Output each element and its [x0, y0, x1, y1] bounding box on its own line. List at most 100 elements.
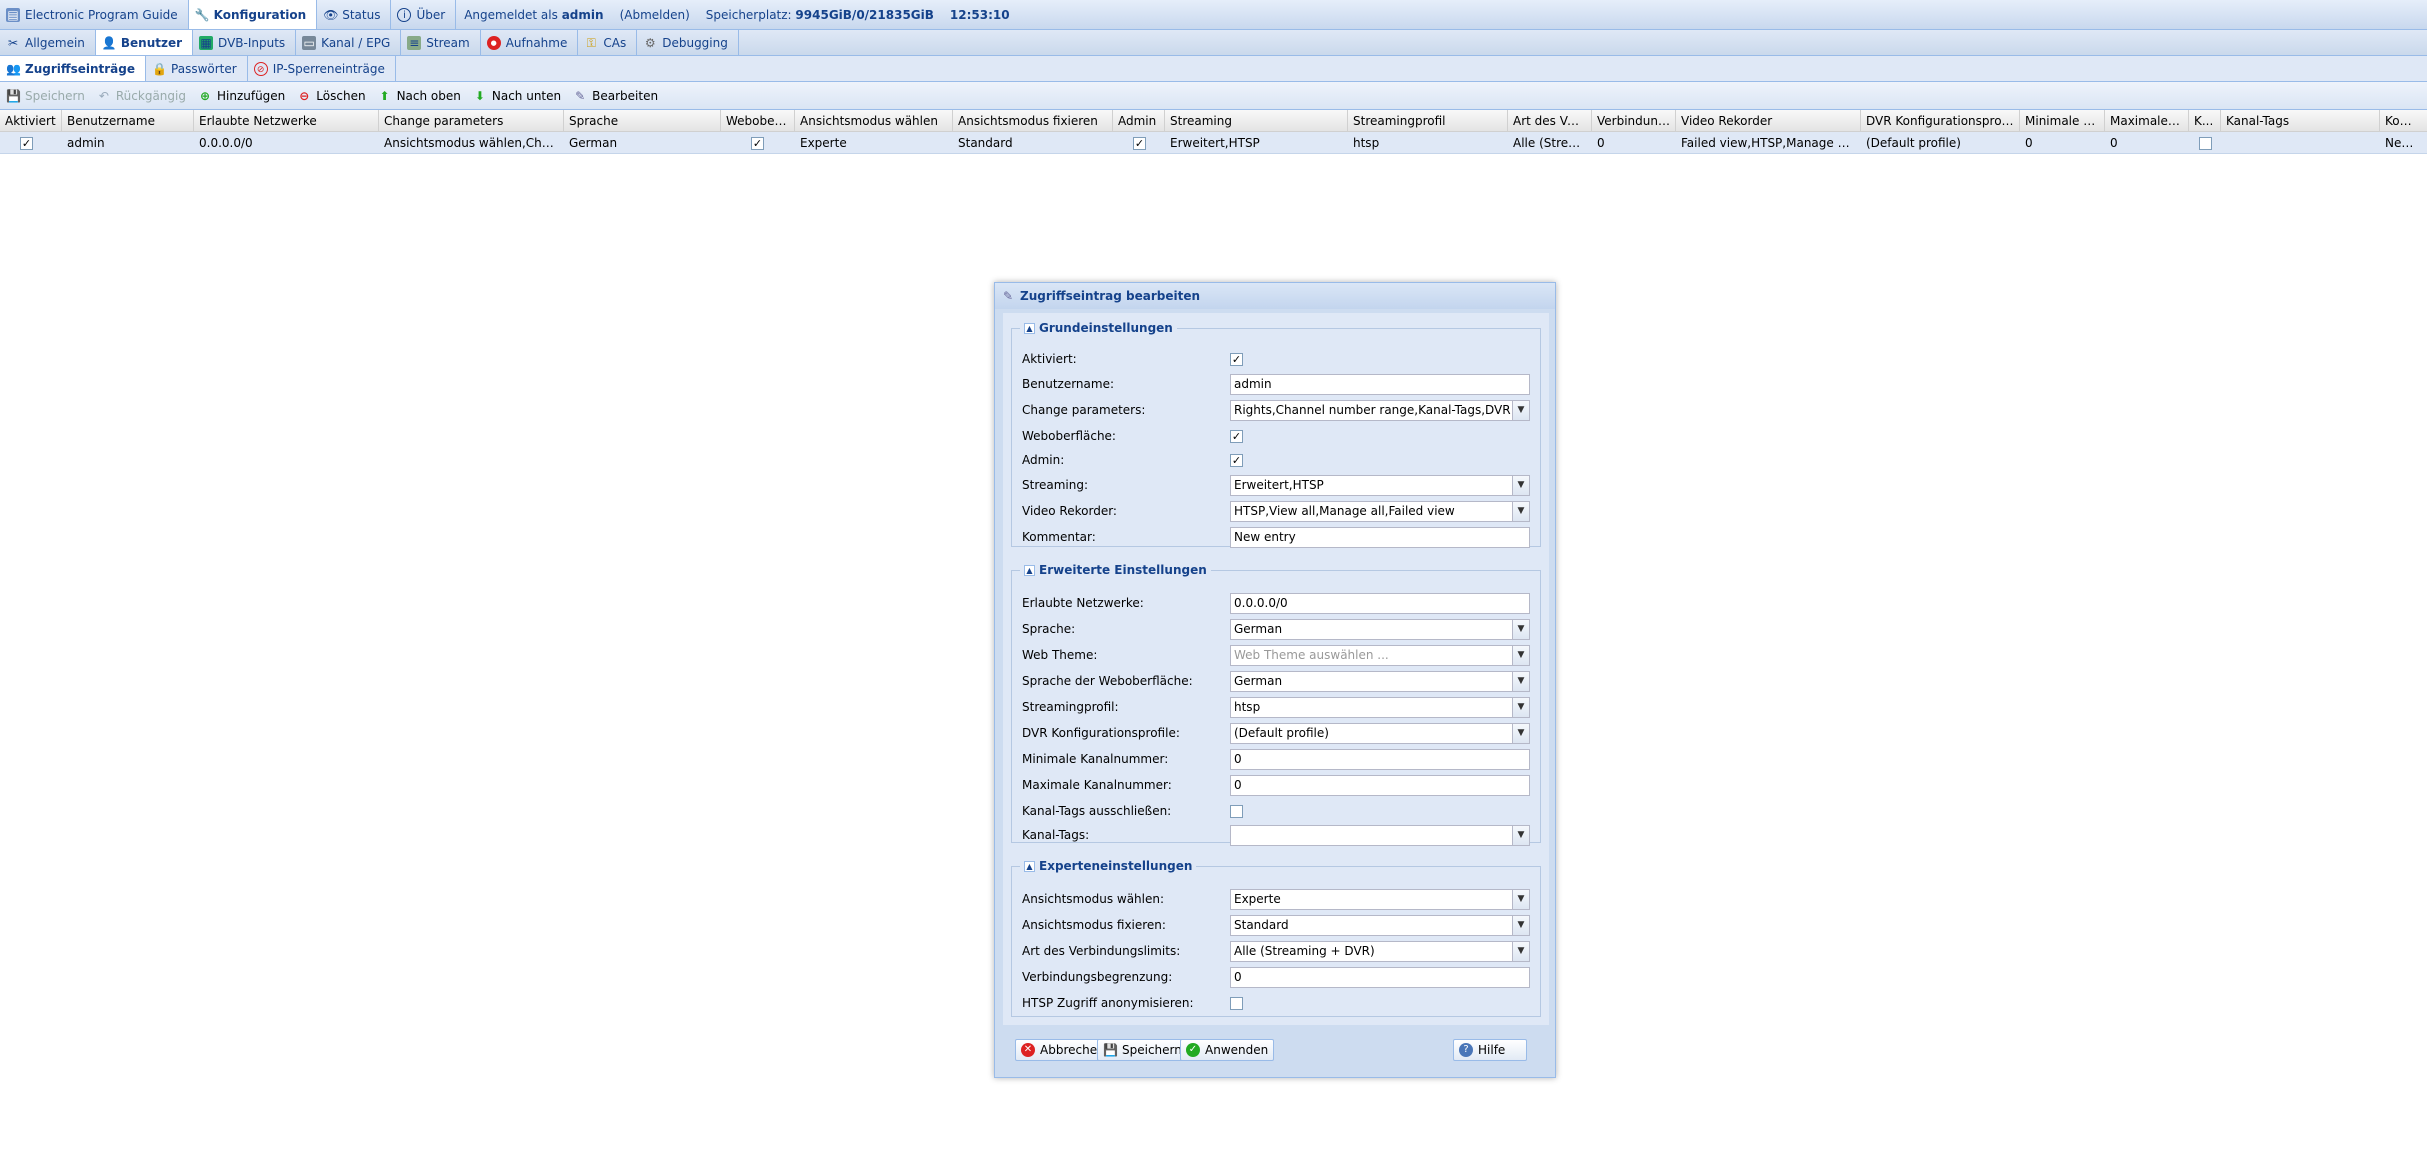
chevron-down-icon[interactable]: ▼ [1512, 825, 1529, 845]
edit-access-dialog: ✎ Zugriffseintrag bearbeiten ▲ Grundeinste… [994, 282, 1556, 1078]
webui-checkbox[interactable]: ✓ [1230, 429, 1243, 443]
chevron-down-icon[interactable]: ▼ [1512, 400, 1529, 420]
channel-tags-select[interactable]: ▼ [1230, 824, 1530, 846]
edit-toolbar-button[interactable]: ✎ Bearbeiten [567, 89, 664, 103]
tab-zugriffseintraege[interactable]: 👥 Zugriffseinträge [0, 56, 147, 81]
tab-ip-sperren[interactable]: ⊘ IP-Sperreneinträge [248, 56, 396, 81]
col-header[interactable]: Aktiviert [0, 110, 62, 132]
add-toolbar-button[interactable]: ⊕ Hinzufügen [192, 89, 291, 103]
col-header[interactable]: Streaming [1165, 110, 1348, 132]
dvr-profile-select[interactable]: (Default profile) ▼ [1230, 722, 1530, 744]
col-header[interactable]: Art des Verbi... [1508, 110, 1592, 132]
epg-icon: ▤ [6, 7, 20, 22]
chevron-down-icon[interactable]: ▼ [1512, 889, 1529, 909]
col-header[interactable]: Sprache [564, 110, 721, 132]
ui-language-select[interactable]: German ▼ [1230, 670, 1530, 692]
enabled-checkbox[interactable]: ✓ [1230, 352, 1243, 366]
tab-dvb-inputs[interactable]: ▦ DVB-Inputs [193, 30, 297, 55]
collapse-icon[interactable]: ▲ [1024, 564, 1035, 576]
streaming-select[interactable]: Erweitert,HTSP ▼ [1230, 474, 1530, 496]
col-header[interactable]: Streamingprofil [1348, 110, 1508, 132]
tab-epg[interactable]: ▤ Electronic Program Guide [0, 0, 189, 29]
save-button[interactable]: 💾 Speichern [1097, 1039, 1188, 1061]
tab-stream[interactable]: ≡ Stream [401, 30, 481, 55]
col-header[interactable]: Change parameters [379, 110, 564, 132]
col-header[interactable]: DVR Konfigurationsprofile [1861, 110, 2020, 132]
connection-limit-field[interactable]: 0 [1230, 966, 1530, 988]
theme-select[interactable]: Web Theme auswählen ... ▼ [1230, 644, 1530, 666]
limit-type-select[interactable]: Alle (Streaming + DVR) ▼ [1230, 940, 1530, 962]
col-header[interactable]: Kommentar [2380, 110, 2425, 132]
advanced-settings-legend[interactable]: ▲ Erweiterte Einstellungen [1020, 563, 1211, 577]
col-header[interactable]: Erlaubte Netzwerke [194, 110, 379, 132]
cell-username: admin [67, 136, 105, 150]
arrow-down-icon: ⬇ [474, 88, 485, 103]
view-mode-select[interactable]: Experte ▼ [1230, 888, 1530, 910]
col-header[interactable]: Maximale K... [2105, 110, 2189, 132]
chevron-down-icon[interactable]: ▼ [1512, 723, 1529, 743]
col-header[interactable]: Minimale Ka... [2020, 110, 2105, 132]
chevron-down-icon[interactable]: ▼ [1512, 697, 1529, 717]
tab-kanal-epg[interactable]: ▭ Kanal / EPG [296, 30, 402, 55]
col-header[interactable]: Video Rekorder [1676, 110, 1861, 132]
col-header[interactable]: K... [2189, 110, 2221, 132]
tab-about[interactable]: i Über [391, 0, 457, 29]
change-params-select[interactable]: Rights,Channel number range,Kanal-Tags,D… [1230, 399, 1530, 421]
move-down-button[interactable]: ⬇ Nach unten [467, 89, 567, 103]
chevron-down-icon[interactable]: ▼ [1512, 645, 1529, 665]
chevron-down-icon[interactable]: ▼ [1512, 671, 1529, 691]
logout-link[interactable]: (Abmelden) [612, 8, 698, 22]
col-header[interactable]: Ansichtsmodus fixieren [953, 110, 1113, 132]
tab-cas[interactable]: ⚿ CAs [578, 30, 638, 55]
dvr-select[interactable]: HTSP,View all,Manage all,Failed view ▼ [1230, 500, 1530, 522]
col-header[interactable]: Benutzername [62, 110, 194, 132]
admin-checkbox[interactable]: ✓ [1133, 137, 1146, 150]
help-button[interactable]: ? Hilfe [1453, 1039, 1527, 1061]
apply-button[interactable]: ✓ Anwenden [1180, 1039, 1275, 1061]
username-field[interactable]: admin [1230, 373, 1530, 395]
tab-status[interactable]: 👁 Status [317, 0, 392, 29]
chevron-down-icon[interactable]: ▼ [1512, 501, 1529, 521]
comment-field[interactable]: New entry [1230, 526, 1530, 548]
col-header[interactable]: Ansichtsmodus wählen [795, 110, 953, 132]
enabled-checkbox[interactable]: ✓ [20, 137, 33, 150]
cell-conn-limit: 0 [1597, 136, 1605, 150]
admin-checkbox[interactable]: ✓ [1230, 453, 1243, 467]
tab-aufnahme[interactable]: ● Aufnahme [481, 30, 579, 55]
move-up-button[interactable]: ⬆ Nach oben [372, 89, 467, 103]
delete-toolbar-button[interactable]: ⊖ Löschen [291, 89, 371, 103]
col-header[interactable]: Weboberfl... [721, 110, 795, 132]
networks-field[interactable]: 0.0.0.0/0 [1230, 592, 1530, 614]
save-toolbar-button[interactable]: 💾 Speichern [0, 89, 91, 103]
stream-profile-select[interactable]: htsp ▼ [1230, 696, 1530, 718]
tools-icon: ✂ [7, 35, 19, 50]
basic-settings-legend[interactable]: ▲ Grundeinstellungen [1020, 321, 1177, 335]
chevron-down-icon[interactable]: ▼ [1512, 941, 1529, 961]
tab-konfiguration[interactable]: 🔧 Konfiguration [188, 0, 318, 29]
view-fixed-select[interactable]: Standard ▼ [1230, 914, 1530, 936]
expert-settings-legend[interactable]: ▲ Experteneinstellungen [1020, 859, 1196, 873]
tab-debugging[interactable]: ⚙ Debugging [637, 30, 739, 55]
undo-toolbar-button[interactable]: ↶ Rückgängig [91, 89, 192, 103]
chevron-down-icon[interactable]: ▼ [1512, 475, 1529, 495]
collapse-icon[interactable]: ▲ [1024, 860, 1035, 872]
chevron-down-icon[interactable]: ▼ [1512, 915, 1529, 935]
col-header[interactable]: Verbindungs... [1592, 110, 1676, 132]
dialog-header[interactable]: ✎ Zugriffseintrag bearbeiten [995, 283, 1555, 309]
arrow-up-icon: ⬆ [379, 88, 390, 103]
col-header[interactable]: Kanal-Tags [2221, 110, 2380, 132]
min-channel-field[interactable]: 0 [1230, 748, 1530, 770]
language-select[interactable]: German ▼ [1230, 618, 1530, 640]
exclude-tags-checkbox[interactable] [1230, 804, 1243, 818]
anonymize-checkbox[interactable] [1230, 996, 1243, 1010]
tab-benutzer[interactable]: 👤 Benutzer [95, 30, 194, 55]
chevron-down-icon[interactable]: ▼ [1512, 619, 1529, 639]
collapse-icon[interactable]: ▲ [1024, 322, 1035, 334]
exclude-tags-checkbox[interactable] [2199, 137, 2212, 150]
table-row[interactable]: ✓ admin 0.0.0.0/0 Ansichtsmodus wählen,C… [0, 132, 2427, 154]
tab-passwoerter[interactable]: 🔒 Passwörter [146, 56, 248, 81]
webui-checkbox[interactable]: ✓ [751, 137, 764, 150]
max-channel-field[interactable]: 0 [1230, 774, 1530, 796]
col-header[interactable]: Admin [1113, 110, 1165, 132]
tab-allgemein[interactable]: ✂ Allgemein [0, 30, 96, 55]
